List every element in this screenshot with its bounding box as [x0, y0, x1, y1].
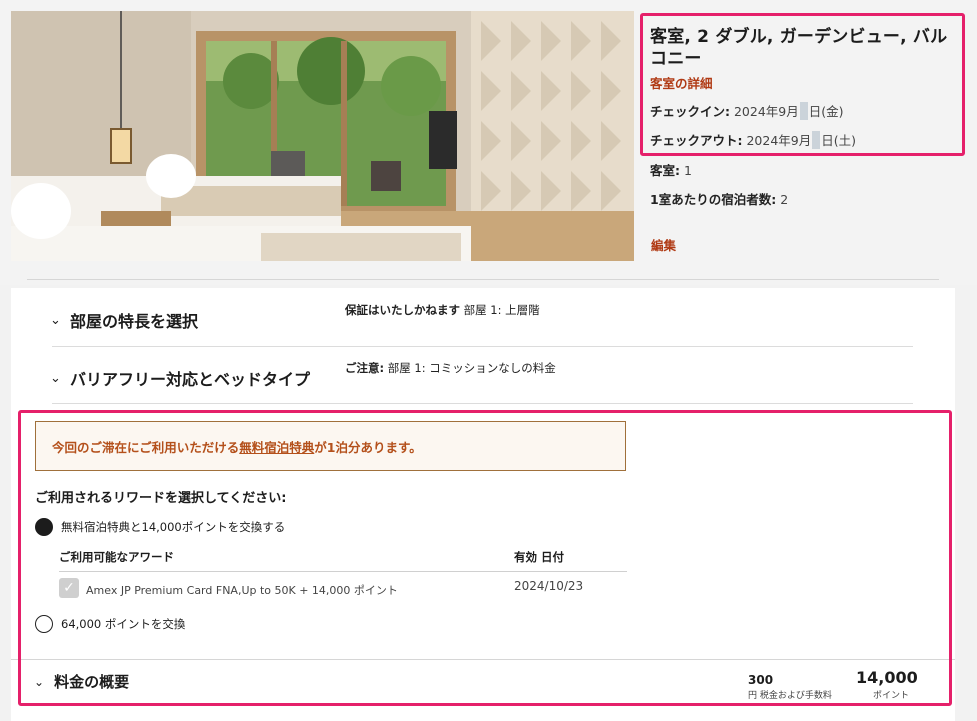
- chevron-down-icon: ⌄: [50, 370, 61, 386]
- notice-prefix: 今回のご滞在にご利用いただける: [52, 439, 240, 455]
- chevron-down-icon: ⌄: [50, 312, 61, 328]
- accessibility-note: ご注意: 部屋 1: コミッションなしの料金: [345, 360, 556, 376]
- features-note-value: 部屋 1: 上層階: [463, 303, 540, 317]
- reward-option-label: 64,000 ポイントを交換: [61, 617, 186, 631]
- rate-summary-title: 料金の概要: [54, 673, 130, 691]
- rooms-label: 客室:: [650, 163, 680, 178]
- reward-question: ご利用されるリワードを選択してください:: [35, 491, 287, 506]
- features-note: 保証はいたしかねます 部屋 1: 上層階: [345, 302, 540, 318]
- divider: [52, 403, 913, 404]
- features-note-label: 保証はいたしかねます: [345, 303, 460, 317]
- radio-empty-icon[interactable]: [35, 615, 53, 633]
- divider: [27, 279, 939, 280]
- accessibility-accordion[interactable]: ⌄ バリアフリー対応とベッドタイプ: [50, 366, 310, 390]
- checkout-date-part2: 日(土): [821, 133, 857, 148]
- awards-header: ご利用可能なアワード: [59, 550, 174, 564]
- checkin-label: チェックイン:: [650, 104, 730, 119]
- redacted-mark: [812, 131, 821, 149]
- points-label: ポイント: [873, 691, 910, 701]
- expiry-header: 有効 日付: [514, 550, 565, 564]
- features-title: 部屋の特長を選択: [70, 312, 199, 331]
- reward-option-label: 無料宿泊特典と14,000ポイントを交換する: [61, 520, 286, 534]
- checkin-date-part2: 日(金): [808, 104, 844, 119]
- tax-label: 円 税金および手数料: [748, 691, 832, 701]
- award-name: Amex JP Premium Card FNA,Up to 50K + 14,…: [86, 584, 398, 597]
- reward-option-points[interactable]: 64,000 ポイントを交換: [35, 615, 185, 633]
- checkout-row: チェックアウト: 2024年9月 日(土): [650, 130, 856, 149]
- award-expiry: 2024/10/23: [514, 579, 584, 593]
- guests-row: 1室あたりの宿泊者数: 2: [650, 189, 788, 208]
- guests-value: 2: [780, 192, 789, 207]
- checkin-date-part1: 2024年9月: [733, 104, 799, 119]
- checkin-row: チェックイン: 2024年9月 日(金): [650, 101, 844, 120]
- radio-selected-icon[interactable]: [35, 518, 53, 536]
- room-title: 客室, 2 ダブル, ガーデンビュー, バルコニー: [650, 27, 948, 69]
- checkmark-icon: ✓: [63, 580, 75, 596]
- points-amount: 14,000: [856, 668, 918, 687]
- tax-amount: 300: [748, 673, 774, 687]
- free-night-notice: 今回のご滞在にご利用いただける 無料宿泊特典 が1泊分あります。: [35, 421, 626, 471]
- redacted-mark: [799, 102, 808, 120]
- features-accordion[interactable]: ⌄ 部屋の特長を選択: [50, 308, 198, 332]
- divider: [11, 659, 955, 660]
- divider: [59, 571, 627, 572]
- checkout-label: チェックアウト:: [650, 133, 743, 148]
- chevron-down-icon: ⌄: [34, 674, 45, 689]
- checkout-date-part1: 2024年9月: [746, 133, 812, 148]
- accessibility-note-label: ご注意:: [345, 361, 385, 375]
- room-details-link[interactable]: 客室の詳細: [650, 73, 713, 92]
- room-info: 客室, 2 ダブル, ガーデンビュー, バルコニー 客室の詳細: [650, 26, 960, 92]
- rate-summary-accordion[interactable]: ⌄ 料金の概要: [34, 671, 129, 692]
- rooms-value: 1: [683, 163, 692, 178]
- accessibility-title: バリアフリー対応とベッドタイプ: [70, 370, 311, 389]
- accessibility-note-value: 部屋 1: コミッションなしの料金: [387, 361, 556, 375]
- notice-suffix: が1泊分あります。: [314, 439, 422, 455]
- edit-link[interactable]: 編集: [651, 235, 676, 254]
- divider: [52, 346, 913, 347]
- free-night-link[interactable]: 無料宿泊特典: [239, 437, 314, 456]
- award-checkbox[interactable]: ✓: [59, 578, 79, 598]
- rooms-row: 客室: 1: [650, 160, 692, 179]
- room-photo: [11, 11, 634, 261]
- reward-option-free-night[interactable]: 無料宿泊特典と14,000ポイントを交換する: [35, 518, 285, 536]
- guests-label: 1室あたりの宿泊者数:: [650, 192, 777, 207]
